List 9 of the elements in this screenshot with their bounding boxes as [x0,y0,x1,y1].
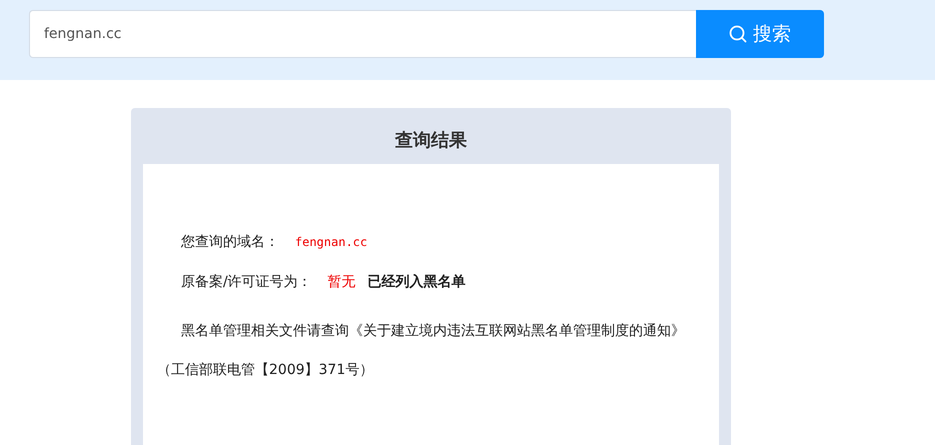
search-field[interactable]: fengnan.cc [29,10,696,58]
search-icon [729,25,747,43]
domain-label: 您查询的域名： [181,233,279,251]
card-title: 查询结果 [394,129,468,153]
license-value: 暂无 [328,273,356,291]
blacklist-status: 已经列入黑名单 [368,273,466,291]
notice-text: 黑名单管理相关文件请查询《关于建立境内违法互联网站黑名单管理制度的通知》 （工信部联电管【2009】371号） [157,322,686,380]
license-label: 原备案/许可证号为： [181,273,312,291]
domain-value: fengnan.cc [295,235,368,249]
